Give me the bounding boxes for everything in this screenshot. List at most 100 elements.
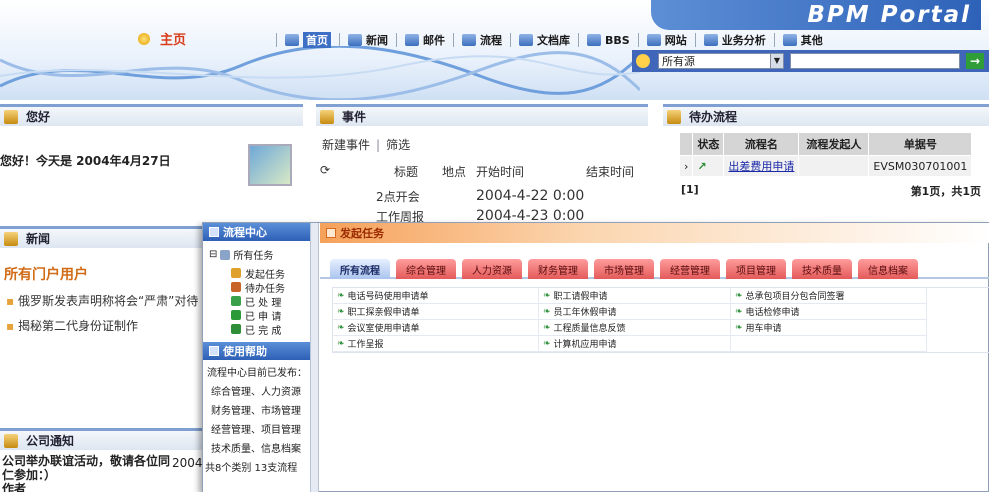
search-input[interactable] [790, 53, 960, 69]
nav-label: 网站 [664, 34, 687, 47]
task-icon [231, 324, 241, 334]
process-link[interactable]: 会议室使用申请单 [348, 321, 420, 334]
nav-item-3[interactable]: 流程 [453, 33, 510, 47]
pending-table: 状态 流程名 流程发起人 单据号 › ↗ 出差费用申请 EVSM03070100… [678, 132, 973, 177]
globe-icon [348, 34, 362, 46]
process-link[interactable]: 职工探亲假申请单 [348, 305, 420, 318]
tree-root[interactable]: ⊟ 所有任务 [209, 247, 310, 262]
process-cell[interactable]: ❧ 工程质量信息反馈 [539, 320, 731, 336]
search-scope-select[interactable]: 所有源 ▼ [658, 53, 784, 69]
help-line: 技术质量、信息档案 [211, 444, 301, 455]
process-cell [731, 336, 927, 352]
event-row[interactable]: 2点开会 2004-4-22 0:00 [376, 186, 648, 206]
task-icon [231, 310, 241, 320]
new-event-button[interactable]: 新建事件 [322, 136, 370, 153]
refresh-icon[interactable]: ⟳ [320, 163, 394, 180]
tab-1[interactable]: 综合管理 [396, 259, 456, 279]
nav-item-8[interactable]: 其他 [773, 33, 831, 47]
pending-col-initiator: 流程发起人 [798, 132, 870, 156]
home-label: 主页 [160, 33, 187, 48]
search-go-button[interactable]: → [966, 53, 984, 69]
process-cell[interactable]: ❧ 会议室使用申请单 [333, 320, 539, 336]
leaf-icon: ❧ [735, 306, 743, 317]
leaf-icon: ❧ [337, 290, 345, 301]
process-cell[interactable]: ❧ 电话检修申请 [731, 304, 927, 320]
news-title: 新闻 [26, 232, 51, 246]
nav-item-4[interactable]: 文档库 [510, 33, 578, 47]
nav-item-2[interactable]: 邮件 [396, 33, 453, 47]
task-item-3[interactable]: 已 申 请 [209, 308, 310, 323]
tab-0[interactable]: 所有流程 [330, 259, 390, 279]
notice-date: 2004 [172, 456, 203, 470]
nav-item-6[interactable]: 网站 [637, 33, 695, 47]
tab-5[interactable]: 经营管理 [660, 259, 720, 279]
tab-6[interactable]: 项目管理 [726, 259, 786, 279]
events-toolbar: 新建事件 | 筛选 [316, 126, 648, 153]
leaf-icon: ❧ [337, 306, 345, 317]
start-task-pane: 发起任务 所有流程 综合管理 人力资源 财务管理 市场管理 经营管理 项目管理 技术质量 信息档… [320, 223, 989, 492]
process-sidebar: 流程中心 ⊟ 所有任务 发起任务 待办任务已 处 理已 申 请已 完 成 使用帮助… [203, 223, 311, 492]
pending-initiator [798, 155, 870, 177]
sidebar-splitter[interactable] [311, 223, 319, 492]
leaf-icon: ❧ [543, 338, 551, 349]
pending-process-link[interactable]: 出差费用申请 [723, 155, 800, 177]
news-item[interactable]: 俄罗斯发表声明称将会“严肃”对待 [6, 292, 210, 309]
help-intro: 流程中心目前已发布： [207, 368, 307, 379]
hello-panel: 您好 您好！今天是 2004年4月27日 [0, 104, 303, 204]
news-panel: 新闻 所有门户用户 俄罗斯发表声明称将会“严肃”对待 揭秘第二代身份证制作 [0, 226, 210, 426]
pending-col-name: 流程名 [723, 132, 800, 156]
tab-4[interactable]: 市场管理 [594, 259, 654, 279]
process-link[interactable]: 职工请假申请 [554, 289, 608, 302]
brand-banner: BPM Portal [651, 0, 981, 30]
nav-item-0[interactable]: 首页 [276, 32, 339, 48]
process-cell[interactable]: ❧ 电话号码使用申请单 [333, 288, 539, 304]
notice-text[interactable]: 公司举办联谊活动，敬请各位同仁参加：） [2, 454, 170, 482]
process-link[interactable]: 计算机应用申请 [554, 337, 617, 350]
news-item[interactable]: 揭秘第二代身份证制作 [6, 317, 210, 334]
process-center-window: 流程中心 ⊟ 所有任务 发起任务 待办任务已 处 理已 申 请已 完 成 使用帮助… [202, 222, 989, 492]
process-cell[interactable]: ❧ 职工请假申请 [539, 288, 731, 304]
notice-panel: 公司通知 公司举办联谊活动，敬请各位同仁参加：） 作者 2004 [0, 428, 210, 492]
table-row: › ↗ 出差费用申请 EVSM030701001 [678, 155, 973, 177]
task-item-1[interactable]: 待办任务 [209, 280, 310, 295]
tab-2[interactable]: 人力资源 [462, 259, 522, 279]
process-cell[interactable]: ❧ 计算机应用申请 [539, 336, 731, 352]
tab-3[interactable]: 财务管理 [528, 259, 588, 279]
process-link[interactable]: 电话检修申请 [746, 305, 800, 318]
process-cell[interactable]: ❧ 工作呈报 [333, 336, 539, 352]
process-link[interactable]: 工作呈报 [348, 337, 384, 350]
process-link[interactable]: 用车申请 [746, 321, 782, 334]
task-item-2[interactable]: 已 处 理 [209, 294, 310, 309]
task-item-0[interactable]: 发起任务 [209, 266, 310, 281]
process-link[interactable]: 员工年休假申请 [554, 305, 617, 318]
nav-item-1[interactable]: 新闻 [339, 33, 396, 47]
tab-7[interactable]: 技术质量 [792, 259, 852, 279]
task-item-4[interactable]: 已 完 成 [209, 322, 310, 337]
news-panel-title: 新闻 [0, 226, 210, 248]
mail-icon [405, 34, 419, 46]
sun-icon [138, 32, 150, 45]
process-link-text[interactable]: 出差费用申请 [728, 160, 794, 173]
process-cell[interactable]: ❧ 用车申请 [731, 320, 927, 336]
process-link[interactable]: 电话号码使用申请单 [348, 289, 429, 302]
nav-item-7[interactable]: 业务分析 [694, 33, 774, 47]
process-link[interactable]: 总承包项目分包合同签署 [746, 289, 845, 302]
collapse-icon[interactable]: ⊟ [209, 249, 217, 260]
tab-8[interactable]: 信息档案 [858, 259, 918, 279]
process-link[interactable]: 工程质量信息反馈 [554, 321, 626, 334]
process-cell[interactable]: ❧ 总承包项目分包合同签署 [731, 288, 927, 304]
nav-item-5[interactable]: BBS [578, 33, 638, 47]
leaf-icon: ❧ [337, 322, 345, 333]
process-cell[interactable]: ❧ 职工探亲假申请单 [333, 304, 539, 320]
process-cell[interactable]: ❧ 员工年休假申请 [539, 304, 731, 320]
task-items: 发起任务 待办任务已 处 理已 申 请已 完 成 [209, 266, 310, 337]
help-line: 经营管理、项目管理 [211, 425, 301, 436]
task-icon [231, 296, 241, 306]
event-title: 2点开会 [376, 189, 420, 204]
help-list: 流程中心目前已发布： 综合管理、人力资源 财务管理、市场管理 经营管理、项目管理… [203, 360, 310, 478]
portal-header: BPM Portal 主页 首页 新闻 邮件 流程 文档库 BBS 网站 业务分析 其他 所有源… [0, 0, 989, 100]
pager-status: 第1页，共1页 [910, 185, 981, 198]
home-link[interactable]: 主页 [138, 29, 186, 48]
filter-button[interactable]: 筛选 [386, 136, 410, 153]
pager-link[interactable]: [1] [681, 183, 699, 199]
